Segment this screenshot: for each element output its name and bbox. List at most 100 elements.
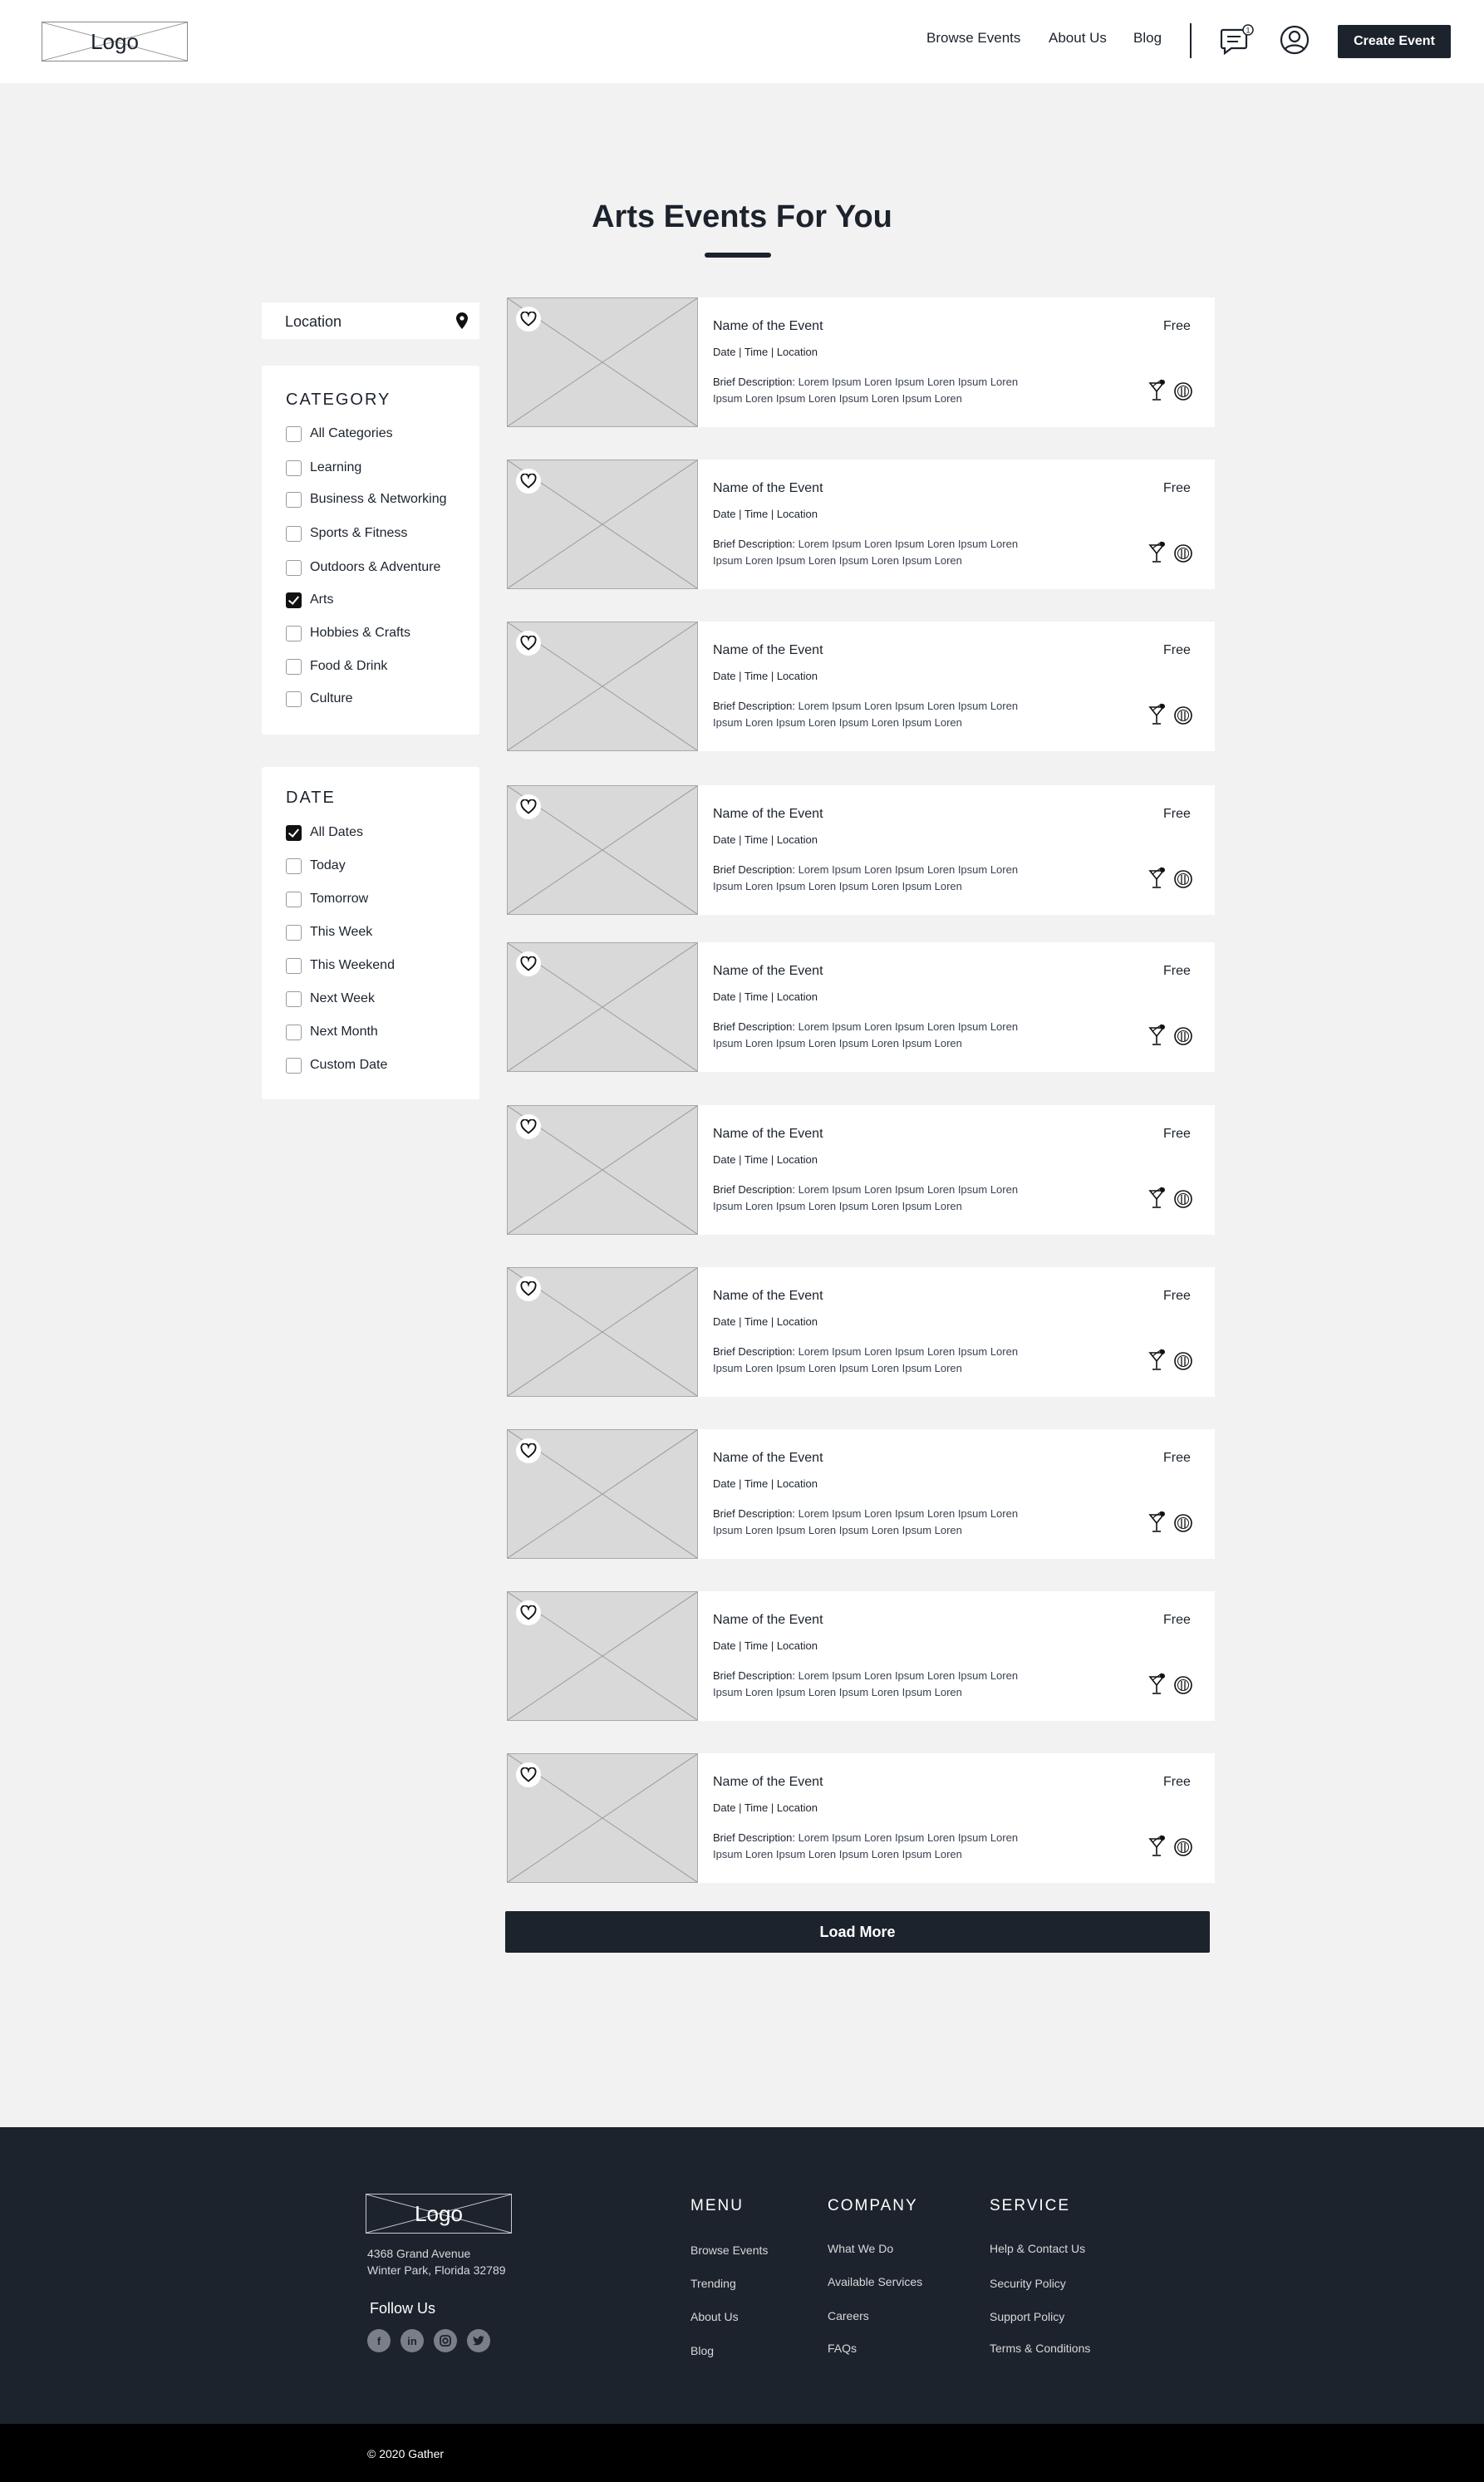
create-event-button[interactable]: Create Event: [1338, 25, 1451, 58]
chat-icon[interactable]: 1: [1220, 23, 1255, 57]
footer-logo[interactable]: Logo: [366, 2194, 512, 2234]
category-option[interactable]: Food & Drink: [286, 657, 387, 676]
event-name[interactable]: Name of the Event: [713, 964, 823, 979]
checkbox[interactable]: [286, 824, 302, 841]
date-option[interactable]: All Dates: [286, 823, 363, 842]
date-option[interactable]: Next Month: [286, 1023, 378, 1041]
footer-link-browse-events[interactable]: Browse Events: [690, 2244, 768, 2257]
event-card[interactable]: Name of the Event Date | Time | Location…: [507, 622, 1215, 751]
favorite-heart-icon[interactable]: [516, 794, 541, 819]
category-option[interactable]: Culture: [286, 690, 353, 708]
event-name[interactable]: Name of the Event: [713, 1451, 823, 1466]
category-option[interactable]: Learning: [286, 459, 361, 477]
event-image-placeholder[interactable]: [507, 622, 698, 751]
date-option[interactable]: Tomorrow: [286, 890, 368, 908]
event-name[interactable]: Name of the Event: [713, 1613, 823, 1628]
user-profile-icon[interactable]: [1280, 25, 1310, 55]
event-name[interactable]: Name of the Event: [713, 807, 823, 822]
category-option[interactable]: Sports & Fitness: [286, 524, 407, 543]
favorite-heart-icon[interactable]: [516, 1438, 541, 1463]
checkbox[interactable]: [286, 625, 302, 641]
footer-link-help-contact[interactable]: Help & Contact Us: [990, 2242, 1085, 2255]
date-option[interactable]: Custom Date: [286, 1056, 387, 1074]
event-card[interactable]: Name of the Event Date | Time | Location…: [507, 460, 1215, 589]
checkbox[interactable]: [286, 957, 302, 974]
event-card[interactable]: Name of the Event Date | Time | Location…: [507, 785, 1215, 915]
event-card[interactable]: Name of the Event Date | Time | Location…: [507, 1753, 1215, 1883]
nav-browse-events[interactable]: Browse Events: [926, 30, 1020, 47]
checkbox[interactable]: [286, 924, 302, 941]
checkbox[interactable]: [286, 658, 302, 675]
linkedin-icon[interactable]: in: [400, 2329, 424, 2352]
favorite-heart-icon[interactable]: [516, 951, 541, 976]
favorite-heart-icon[interactable]: [516, 307, 541, 332]
event-image-placeholder[interactable]: [507, 785, 698, 915]
nav-about-us[interactable]: About Us: [1049, 30, 1107, 47]
location-filter[interactable]: Location: [262, 302, 479, 339]
event-image-placeholder[interactable]: [507, 942, 698, 1072]
event-name[interactable]: Name of the Event: [713, 319, 823, 334]
checkbox[interactable]: [286, 425, 302, 442]
event-image-placeholder[interactable]: [507, 460, 698, 589]
footer-link-security-policy[interactable]: Security Policy: [990, 2277, 1066, 2290]
event-card[interactable]: Name of the Event Date | Time | Location…: [507, 297, 1215, 427]
footer-link-about-us[interactable]: About Us: [690, 2310, 739, 2323]
favorite-heart-icon[interactable]: [516, 469, 541, 494]
date-option[interactable]: This Weekend: [286, 956, 395, 975]
footer-link-blog[interactable]: Blog: [690, 2344, 714, 2357]
facebook-icon[interactable]: f: [367, 2329, 391, 2352]
event-card[interactable]: Name of the Event Date | Time | Location…: [507, 1267, 1215, 1397]
load-more-button[interactable]: Load More: [505, 1911, 1210, 1953]
checkbox[interactable]: [286, 559, 302, 576]
favorite-heart-icon[interactable]: [516, 1276, 541, 1301]
checkbox[interactable]: [286, 491, 302, 508]
checkbox[interactable]: [286, 1057, 302, 1074]
checkbox[interactable]: [286, 990, 302, 1007]
footer-link-terms[interactable]: Terms & Conditions: [990, 2342, 1090, 2355]
checkbox[interactable]: [286, 691, 302, 707]
event-image-placeholder[interactable]: [507, 1267, 698, 1397]
checkbox[interactable]: [286, 460, 302, 476]
category-option[interactable]: Business & Networking: [286, 490, 447, 509]
favorite-heart-icon[interactable]: [516, 1600, 541, 1625]
footer-link-what-we-do[interactable]: What We Do: [828, 2242, 893, 2255]
category-option[interactable]: Hobbies & Crafts: [286, 624, 410, 642]
nav-blog[interactable]: Blog: [1133, 30, 1162, 47]
event-name[interactable]: Name of the Event: [713, 1127, 823, 1142]
instagram-icon[interactable]: [434, 2329, 457, 2352]
favorite-heart-icon[interactable]: [516, 1114, 541, 1139]
checkbox[interactable]: [286, 858, 302, 874]
date-option[interactable]: This Week: [286, 923, 372, 941]
date-option[interactable]: Next Week: [286, 990, 375, 1008]
footer-link-available-services[interactable]: Available Services: [828, 2275, 922, 2288]
footer-link-trending[interactable]: Trending: [690, 2277, 736, 2290]
event-image-placeholder[interactable]: [507, 1753, 698, 1883]
category-option[interactable]: Outdoors & Adventure: [286, 558, 440, 577]
event-image-placeholder[interactable]: [507, 297, 698, 427]
footer-link-careers[interactable]: Careers: [828, 2309, 869, 2322]
checkbox[interactable]: [286, 1024, 302, 1040]
checkbox[interactable]: [286, 525, 302, 542]
footer-link-support-policy[interactable]: Support Policy: [990, 2310, 1064, 2323]
event-name[interactable]: Name of the Event: [713, 1775, 823, 1790]
event-image-placeholder[interactable]: [507, 1429, 698, 1559]
header-logo[interactable]: Logo: [42, 22, 188, 61]
checkbox[interactable]: [286, 891, 302, 907]
event-card[interactable]: Name of the Event Date | Time | Location…: [507, 942, 1215, 1072]
favorite-heart-icon[interactable]: [516, 631, 541, 656]
event-card[interactable]: Name of the Event Date | Time | Location…: [507, 1429, 1215, 1559]
event-image-placeholder[interactable]: [507, 1105, 698, 1235]
category-option[interactable]: Arts: [286, 591, 333, 609]
twitter-icon[interactable]: [467, 2329, 490, 2352]
event-image-placeholder[interactable]: [507, 1591, 698, 1721]
event-name[interactable]: Name of the Event: [713, 643, 823, 658]
event-name[interactable]: Name of the Event: [713, 481, 823, 496]
checkbox[interactable]: [286, 592, 302, 608]
event-name[interactable]: Name of the Event: [713, 1289, 823, 1304]
footer-link-faqs[interactable]: FAQs: [828, 2342, 857, 2355]
date-option[interactable]: Today: [286, 857, 346, 875]
event-card[interactable]: Name of the Event Date | Time | Location…: [507, 1105, 1215, 1235]
event-card[interactable]: Name of the Event Date | Time | Location…: [507, 1591, 1215, 1721]
category-option[interactable]: All Categories: [286, 425, 393, 443]
favorite-heart-icon[interactable]: [516, 1762, 541, 1787]
